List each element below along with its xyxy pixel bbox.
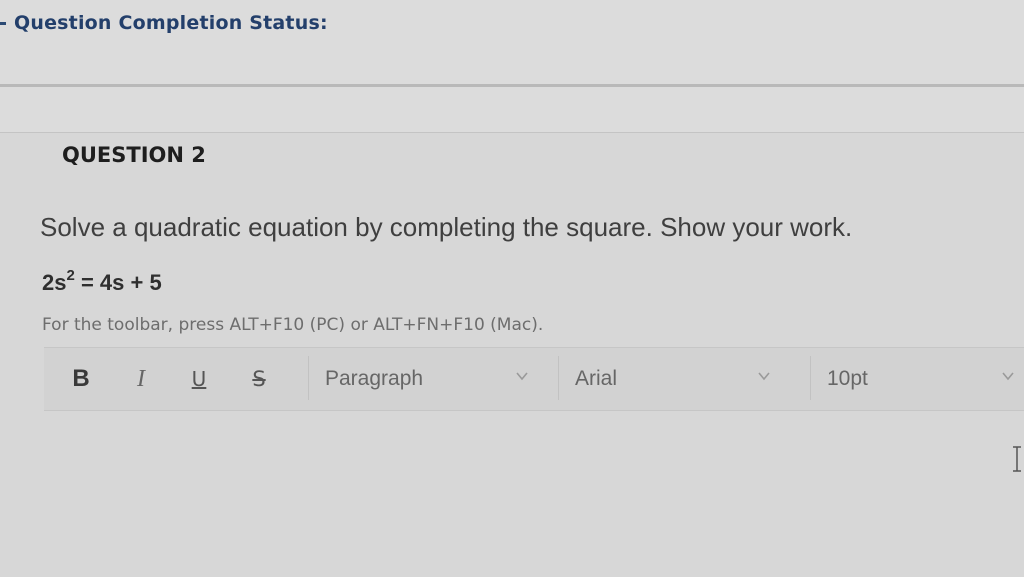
strikethrough-button[interactable]: S — [247, 366, 271, 392]
bold-button[interactable]: B — [70, 366, 92, 392]
question-equation: 2s2 = 4s + 5 — [42, 267, 162, 296]
chevron-down-icon — [516, 372, 528, 381]
italic-button[interactable]: I — [131, 366, 151, 392]
chevron-down-icon — [1002, 372, 1014, 381]
equation-lhs: 2s — [42, 270, 67, 295]
question-prompt: Solve a quadratic equation by completing… — [40, 212, 853, 242]
equation-exponent: 2 — [66, 267, 75, 284]
toolbar-hint: For the toolbar, press ALT+F10 (PC) or A… — [42, 315, 544, 335]
question-number-heading: QUESTION 2 — [62, 143, 206, 167]
question-completion-status-title: Question Completion Status: — [14, 12, 328, 34]
paragraph-format-value: Paragraph — [325, 367, 424, 390]
paragraph-format-select[interactable]: Paragraph — [308, 356, 539, 400]
font-size-select[interactable]: 10pt — [810, 356, 1024, 400]
font-family-value: Arial — [575, 367, 618, 390]
text-cursor-icon — [1013, 446, 1021, 472]
font-family-select[interactable]: Arial — [558, 356, 781, 400]
equation-rhs: = 4s + 5 — [74, 270, 162, 295]
underline-button[interactable]: U — [189, 366, 209, 392]
editor-toolbar: B I U S Paragraph Arial 10pt — [44, 347, 1024, 411]
header-divider — [0, 84, 1024, 87]
bullet-mark — [0, 22, 6, 25]
chevron-down-icon — [758, 372, 770, 381]
font-size-value: 10pt — [827, 367, 868, 390]
